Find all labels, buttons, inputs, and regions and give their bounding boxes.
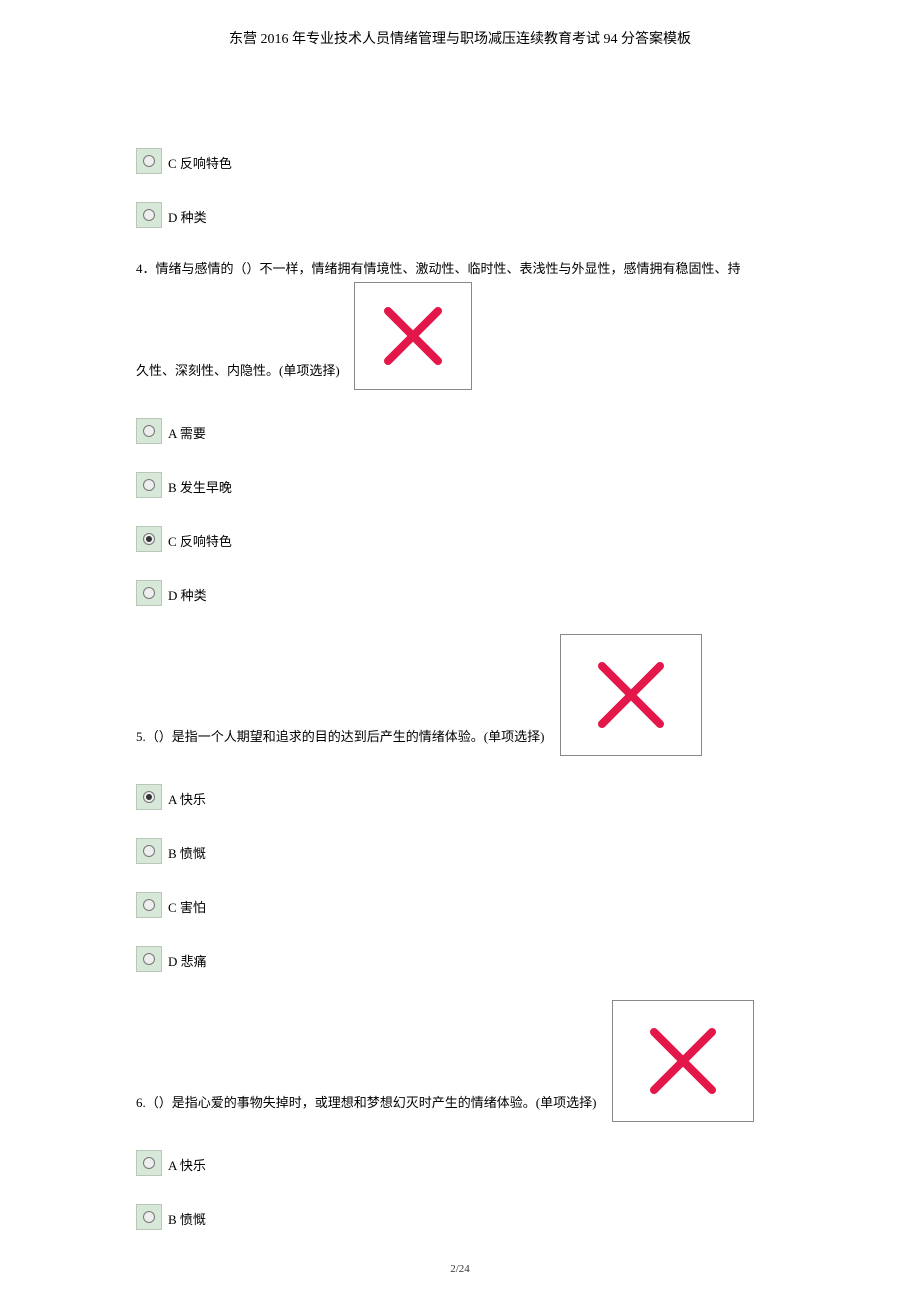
x-icon (590, 654, 672, 736)
option-label: B 愤慨 (168, 1212, 206, 1230)
option-label: D 种类 (168, 210, 207, 228)
radio-unchecked[interactable] (136, 892, 162, 918)
page-header: 东营 2016 年专业技术人员情绪管理与职场减压连续教育考试 94 分答案模板 (0, 0, 920, 48)
question-text: 5.（）是指一个人期望和追求的目的达到后产生的情绪体验。(单项选择) (136, 725, 544, 756)
option-row: D 种类 (136, 202, 784, 228)
page-footer: 2/24 (0, 1263, 920, 1275)
x-icon (642, 1020, 724, 1102)
option-row: C 反响特色 (136, 526, 784, 552)
question-4: 4．情绪与感情的（）不一样，情绪拥有情境性、激动性、临时性、表浅性与外显性，感情… (136, 256, 784, 390)
option-label: C 害怕 (168, 900, 206, 918)
option-label: B 发生早晚 (168, 480, 232, 498)
radio-checked[interactable] (136, 526, 162, 552)
option-label: A 快乐 (168, 792, 206, 810)
question-text-line2: 久性、深刻性、内隐性。(单项选择) (136, 359, 340, 390)
content-area: C 反响特色 D 种类 4．情绪与感情的（）不一样，情绪拥有情境性、激动性、临时… (0, 48, 920, 1230)
radio-unchecked[interactable] (136, 946, 162, 972)
option-row: A 快乐 (136, 784, 784, 810)
option-row: B 发生早晚 (136, 472, 784, 498)
question-text-with-mark: 5.（）是指一个人期望和追求的目的达到后产生的情绪体验。(单项选择) (136, 634, 784, 756)
radio-unchecked[interactable] (136, 838, 162, 864)
radio-checked[interactable] (136, 784, 162, 810)
incorrect-mark (354, 282, 472, 390)
option-row: D 悲痛 (136, 946, 784, 972)
option-row: D 种类 (136, 580, 784, 606)
radio-unchecked[interactable] (136, 1150, 162, 1176)
header-title: 东营 2016 年专业技术人员情绪管理与职场减压连续教育考试 94 分答案模板 (229, 32, 691, 47)
option-row: A 快乐 (136, 1150, 784, 1176)
option-row: B 愤慨 (136, 838, 784, 864)
question-text-with-mark: 久性、深刻性、内隐性。(单项选择) (136, 282, 784, 390)
radio-unchecked[interactable] (136, 148, 162, 174)
radio-unchecked[interactable] (136, 1204, 162, 1230)
option-label: B 愤慨 (168, 846, 206, 864)
option-row: C 害怕 (136, 892, 784, 918)
option-row: C 反响特色 (136, 148, 784, 174)
page-number: 2/24 (450, 1263, 470, 1275)
option-label: D 悲痛 (168, 954, 207, 972)
question-5: 5.（）是指一个人期望和追求的目的达到后产生的情绪体验。(单项选择) (136, 634, 784, 756)
radio-unchecked[interactable] (136, 472, 162, 498)
radio-unchecked[interactable] (136, 202, 162, 228)
question-6: 6.（）是指心爱的事物失掉时，或理想和梦想幻灭时产生的情绪体验。(单项选择) (136, 1000, 784, 1122)
option-row: A 需要 (136, 418, 784, 444)
radio-unchecked[interactable] (136, 580, 162, 606)
radio-unchecked[interactable] (136, 418, 162, 444)
question-text-with-mark: 6.（）是指心爱的事物失掉时，或理想和梦想幻灭时产生的情绪体验。(单项选择) (136, 1000, 784, 1122)
option-label: A 需要 (168, 426, 206, 444)
option-row: B 愤慨 (136, 1204, 784, 1230)
question-text-line1: 4．情绪与感情的（）不一样，情绪拥有情境性、激动性、临时性、表浅性与外显性，感情… (136, 256, 784, 282)
incorrect-mark (612, 1000, 754, 1122)
option-label: A 快乐 (168, 1158, 206, 1176)
question-text: 6.（）是指心爱的事物失掉时，或理想和梦想幻灭时产生的情绪体验。(单项选择) (136, 1091, 596, 1122)
x-icon (378, 301, 448, 371)
option-label: C 反响特色 (168, 534, 232, 552)
option-label: D 种类 (168, 588, 207, 606)
incorrect-mark (560, 634, 702, 756)
option-label: C 反响特色 (168, 156, 232, 174)
